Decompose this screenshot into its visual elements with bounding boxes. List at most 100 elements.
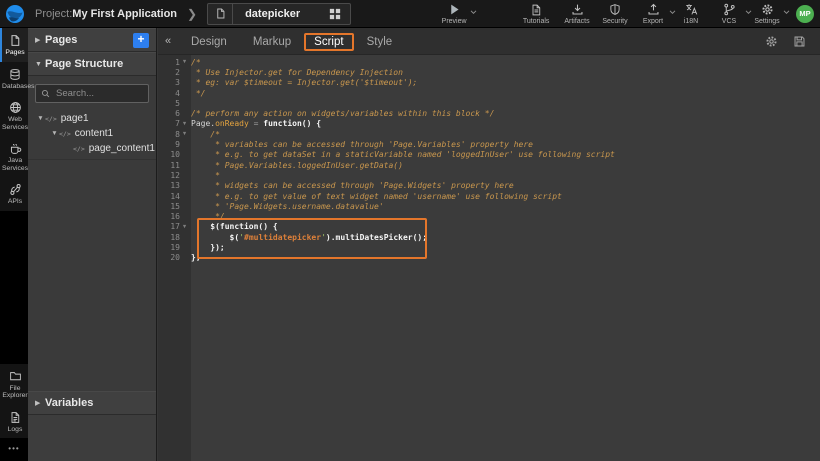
code-text: }); (189, 243, 225, 252)
settings-gear-icon[interactable] (765, 35, 778, 48)
preview-label: Preview (442, 18, 467, 25)
line-number: 20 (158, 253, 180, 262)
fold-marker-icon[interactable]: ▼ (180, 131, 189, 137)
folder-icon (9, 370, 22, 383)
artifacts-button[interactable]: Artifacts (562, 3, 592, 25)
caret-right-icon: ▶ (35, 36, 45, 44)
tab-script[interactable]: Script (304, 33, 353, 51)
line-number: 17 (158, 222, 180, 231)
pages-section-header[interactable]: ▶ Pages + (28, 28, 156, 52)
editor-area: « DesignMarkupScriptStyle 1▼/*2 * Use In… (158, 28, 820, 461)
tab-design[interactable]: Design (178, 31, 240, 53)
panel-spacer (28, 160, 156, 391)
code-text: * eg: var $timeout = Injector.get('$time… (189, 78, 417, 87)
shield-icon (609, 3, 621, 17)
script-code-editor[interactable]: 1▼/*2 * Use Injector.get for Dependency … (158, 55, 820, 461)
rail-item-label: Pages (5, 49, 24, 57)
page-structure-section-header[interactable]: ▼ Page Structure (28, 52, 156, 76)
tree-item-content1[interactable]: ▼</>content1 (28, 126, 156, 141)
code-lines: 1▼/*2 * Use Injector.get for Dependency … (158, 57, 820, 263)
page-tab-datepicker[interactable]: datepicker (207, 3, 351, 25)
code-text: * e.g. to get value of text widget named… (189, 192, 562, 201)
save-icon[interactable] (793, 35, 806, 48)
pages-section-title: Pages (45, 34, 77, 46)
collapse-panel-button[interactable]: « (160, 35, 176, 47)
fold-marker-icon[interactable]: ▼ (180, 59, 189, 65)
vcs-button[interactable]: VCS (714, 3, 744, 25)
code-text: /* perform any action on widgets/variabl… (189, 109, 494, 118)
code-line: 10 * e.g. to get dataSet in a staticVari… (158, 150, 820, 160)
pages-explorer-panel: ▶ Pages + ▼ Page Structure ▼</>page1▼</>… (28, 28, 157, 461)
tab-style[interactable]: Style (354, 31, 406, 53)
database-icon (9, 68, 21, 81)
rail-item-label: Web Services (2, 116, 28, 131)
code-text: $(function() { (189, 222, 278, 231)
search-input[interactable] (54, 87, 143, 100)
line-number: 9 (158, 140, 180, 149)
line-number: 3 (158, 78, 180, 87)
chevron-down-icon[interactable] (745, 10, 752, 15)
caret-down-icon[interactable]: ▼ (36, 115, 45, 122)
rail-item-label: Logs (8, 426, 23, 434)
page-tab-label: datepicker (233, 8, 324, 20)
line-number: 16 (158, 212, 180, 221)
gear-icon (761, 3, 774, 17)
variables-section-header[interactable]: ▶ Variables (28, 391, 156, 415)
settings-button[interactable]: Settings (752, 3, 782, 25)
code-line: 12 * (158, 170, 820, 180)
user-avatar[interactable]: MP (796, 5, 814, 23)
line-number: 7 (158, 119, 180, 128)
widget-code-icon: </> (59, 130, 71, 138)
variables-title: Variables (45, 397, 93, 409)
tree-item-page_content1[interactable]: </>page_content1 (28, 141, 156, 156)
rail-item-label: File Explorer (2, 385, 28, 400)
code-line: 15 * 'Page.Widgets.username.datavalue' (158, 201, 820, 211)
code-line: 4 */ (158, 88, 820, 98)
tab-markup[interactable]: Markup (240, 31, 304, 53)
code-line: 13 * widgets can be accessed through 'Pa… (158, 181, 820, 191)
project-name: My First Application (72, 8, 177, 20)
line-number: 19 (158, 243, 180, 252)
rail-item-apis[interactable]: APIs (0, 177, 28, 211)
chevron-down-icon[interactable] (783, 10, 790, 15)
export-button[interactable]: Export (638, 3, 668, 25)
code-line: 14 * e.g. to get value of text widget na… (158, 191, 820, 201)
rail-item-pages[interactable]: Pages (0, 28, 28, 62)
tutorials-button[interactable]: Tutorials (521, 3, 551, 25)
chevron-right-icon: ❯ (187, 7, 197, 21)
rail-item-label: APIs (8, 198, 22, 206)
i18n-button[interactable]: i18N (676, 3, 706, 25)
caret-down-icon[interactable]: ▼ (50, 130, 59, 137)
preview-button[interactable]: Preview (439, 3, 469, 25)
code-line: 19 }); (158, 242, 820, 252)
line-number: 12 (158, 171, 180, 180)
rail-item-logs[interactable]: Logs (0, 405, 28, 439)
rail-item-web-services[interactable]: Web Services (0, 95, 28, 136)
line-number: 6 (158, 109, 180, 118)
security-button[interactable]: Security (600, 3, 630, 25)
code-text: Page.onReady = function() { (189, 119, 321, 128)
chevron-down-icon[interactable] (470, 10, 477, 15)
action-label: Artifacts (564, 18, 589, 25)
add-page-button[interactable]: + (133, 33, 149, 48)
code-line: 20}; (158, 253, 820, 263)
wavemaker-logo-icon[interactable] (5, 4, 25, 24)
file-icon (208, 4, 233, 24)
ellipsis-icon: ••• (8, 444, 19, 453)
grid-icon[interactable] (324, 4, 346, 24)
line-number: 18 (158, 233, 180, 242)
code-text: * Page.Variables.loggedInUser.getData() (189, 161, 403, 170)
code-text: * 'Page.Widgets.username.datavalue' (189, 202, 384, 211)
project-breadcrumb[interactable]: Project:My First Application (35, 8, 177, 20)
rail-item-databases[interactable]: Databases (0, 62, 28, 96)
code-text: * Use Injector.get for Dependency Inject… (189, 68, 403, 77)
line-number: 13 (158, 181, 180, 190)
tree-item-page1[interactable]: ▼</>page1 (28, 111, 156, 126)
rail-item-java-services[interactable]: Java Services (0, 136, 28, 177)
rail-item-file-explorer[interactable]: File Explorer (0, 364, 28, 405)
fold-marker-icon[interactable]: ▼ (180, 121, 189, 127)
fold-marker-icon[interactable]: ▼ (180, 224, 189, 230)
action-label: VCS (722, 18, 736, 25)
more-options-button[interactable]: ••• (0, 438, 28, 461)
chevron-down-icon[interactable] (669, 10, 676, 15)
